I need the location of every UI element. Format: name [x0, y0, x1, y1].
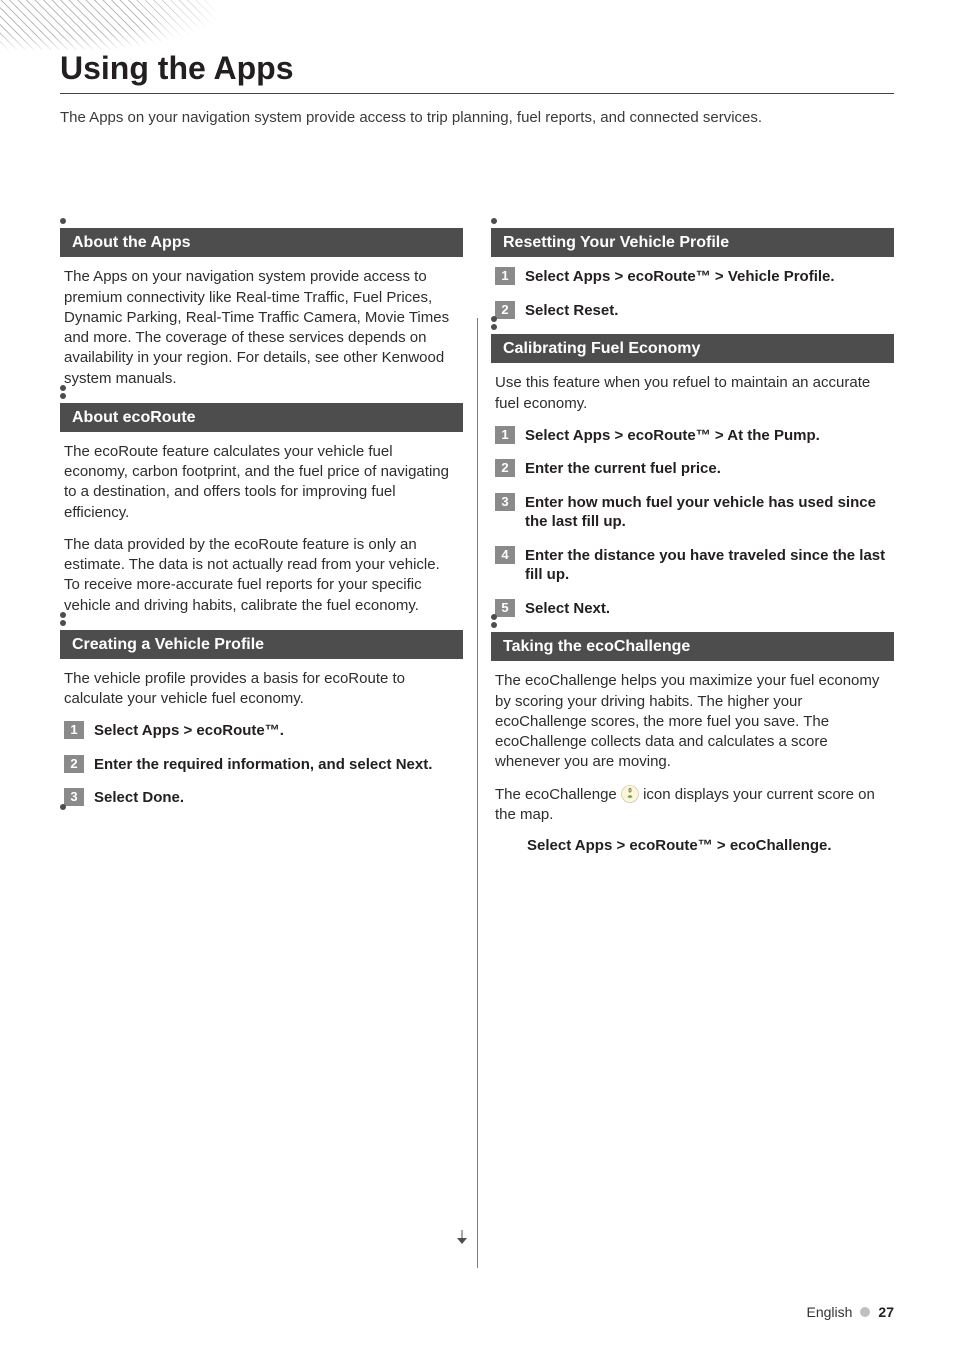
- para: The Apps on your navigation system provi…: [60, 267, 463, 389]
- step-item: 2 Select Reset.: [495, 301, 890, 321]
- page-intro: The Apps on your navigation system provi…: [60, 108, 894, 128]
- continuation-arrow-icon: [455, 1230, 469, 1244]
- steps-list: 1 Select Apps > ecoRoute™ > Vehicle Prof…: [491, 267, 894, 320]
- two-column-layout: About the Apps The Apps on your navigati…: [60, 218, 894, 868]
- step-item: 2 Enter the current fuel price.: [495, 459, 890, 479]
- step-item: 2 Enter the required information, and se…: [64, 755, 459, 775]
- step-text: Select Apps > ecoRoute™ > At the Pump.: [525, 426, 820, 446]
- left-column: About the Apps The Apps on your navigati…: [60, 218, 463, 868]
- section-about-ecoroute: About ecoRoute The ecoRoute feature calc…: [60, 403, 463, 616]
- step-number-badge: 3: [64, 788, 84, 806]
- icon-para-before: The ecoChallenge: [495, 786, 621, 803]
- step-text: Enter how much fuel your vehicle has use…: [525, 493, 890, 532]
- steps-list: 1 Select Apps > ecoRoute™ > At the Pump.…: [491, 426, 894, 619]
- step-item: 3 Enter how much fuel your vehicle has u…: [495, 493, 890, 532]
- step-text: Enter the distance you have traveled sin…: [525, 546, 890, 585]
- step-item: 1 Select Apps > ecoRoute™.: [64, 721, 459, 741]
- section-ecochallenge: Taking the ecoChallenge The ecoChallenge…: [491, 632, 894, 854]
- section-end-dot: [60, 385, 66, 391]
- section-heading-ecochallenge: Taking the ecoChallenge: [491, 632, 894, 661]
- page-footer: English 27: [807, 1304, 895, 1320]
- steps-list: 1 Select Apps > ecoRoute™. 2 Enter the r…: [60, 721, 463, 808]
- step-number-badge: 1: [495, 426, 515, 444]
- footer-bullet-icon: [860, 1307, 870, 1317]
- right-column: Resetting Your Vehicle Profile 1 Select …: [491, 218, 894, 868]
- para: The ecoChallenge helps you maximize your…: [491, 671, 894, 772]
- step-number-badge: 5: [495, 599, 515, 617]
- title-row: Using the Apps: [60, 50, 894, 94]
- step-text: Select Reset.: [525, 301, 618, 321]
- footer-page-number: 27: [878, 1304, 894, 1320]
- para: The data provided by the ecoRoute featur…: [60, 535, 463, 616]
- step-text: Enter the required information, and sele…: [94, 755, 432, 775]
- step-number-badge: 3: [495, 493, 515, 511]
- para: The vehicle profile provides a basis for…: [60, 669, 463, 710]
- step-number-badge: 2: [495, 301, 515, 319]
- section-calibrate: Calibrating Fuel Economy Use this featur…: [491, 334, 894, 618]
- para: Use this feature when you refuel to main…: [491, 373, 894, 414]
- step-number-badge: 1: [64, 721, 84, 739]
- section-create-profile: Creating a Vehicle Profile The vehicle p…: [60, 630, 463, 808]
- step-text: Select Next.: [525, 599, 610, 619]
- single-action: Select Apps > ecoRoute™ > ecoChallenge.: [491, 837, 894, 854]
- section-reset-profile: Resetting Your Vehicle Profile 1 Select …: [491, 228, 894, 320]
- step-text: Select Apps > ecoRoute™.: [94, 721, 284, 741]
- step-item: 3 Select Done.: [64, 788, 459, 808]
- leaf-icon: 0: [621, 785, 639, 803]
- step-item: 4 Enter the distance you have traveled s…: [495, 546, 890, 585]
- section-end-dot: [491, 614, 497, 620]
- decorative-hatch: [0, 0, 340, 50]
- step-text: Select Done.: [94, 788, 184, 808]
- column-divider: [477, 318, 478, 1268]
- para-with-icon: The ecoChallenge 0 icon displays your cu…: [491, 785, 894, 826]
- footer-language: English: [807, 1304, 853, 1320]
- section-heading-reset-profile: Resetting Your Vehicle Profile: [491, 228, 894, 257]
- step-number-badge: 4: [495, 546, 515, 564]
- section-heading-calibrate: Calibrating Fuel Economy: [491, 334, 894, 363]
- section-end-dot: [60, 612, 66, 618]
- para: The ecoRoute feature calculates your veh…: [60, 442, 463, 523]
- section-about-apps: About the Apps The Apps on your navigati…: [60, 228, 463, 389]
- step-item: 1 Select Apps > ecoRoute™ > Vehicle Prof…: [495, 267, 890, 287]
- step-number-badge: 1: [495, 267, 515, 285]
- step-text: Enter the current fuel price.: [525, 459, 721, 479]
- section-end-dot: [491, 316, 497, 322]
- section-heading-about-ecoroute: About ecoRoute: [60, 403, 463, 432]
- step-item: 1 Select Apps > ecoRoute™ > At the Pump.: [495, 426, 890, 446]
- step-number-badge: 2: [495, 459, 515, 477]
- step-number-badge: 2: [64, 755, 84, 773]
- section-heading-create-profile: Creating a Vehicle Profile: [60, 630, 463, 659]
- step-item: 5 Select Next.: [495, 599, 890, 619]
- page-title: Using the Apps: [60, 50, 293, 87]
- step-text: Select Apps > ecoRoute™ > Vehicle Profil…: [525, 267, 835, 287]
- section-heading-about-apps: About the Apps: [60, 228, 463, 257]
- section-end-dot: [60, 804, 66, 810]
